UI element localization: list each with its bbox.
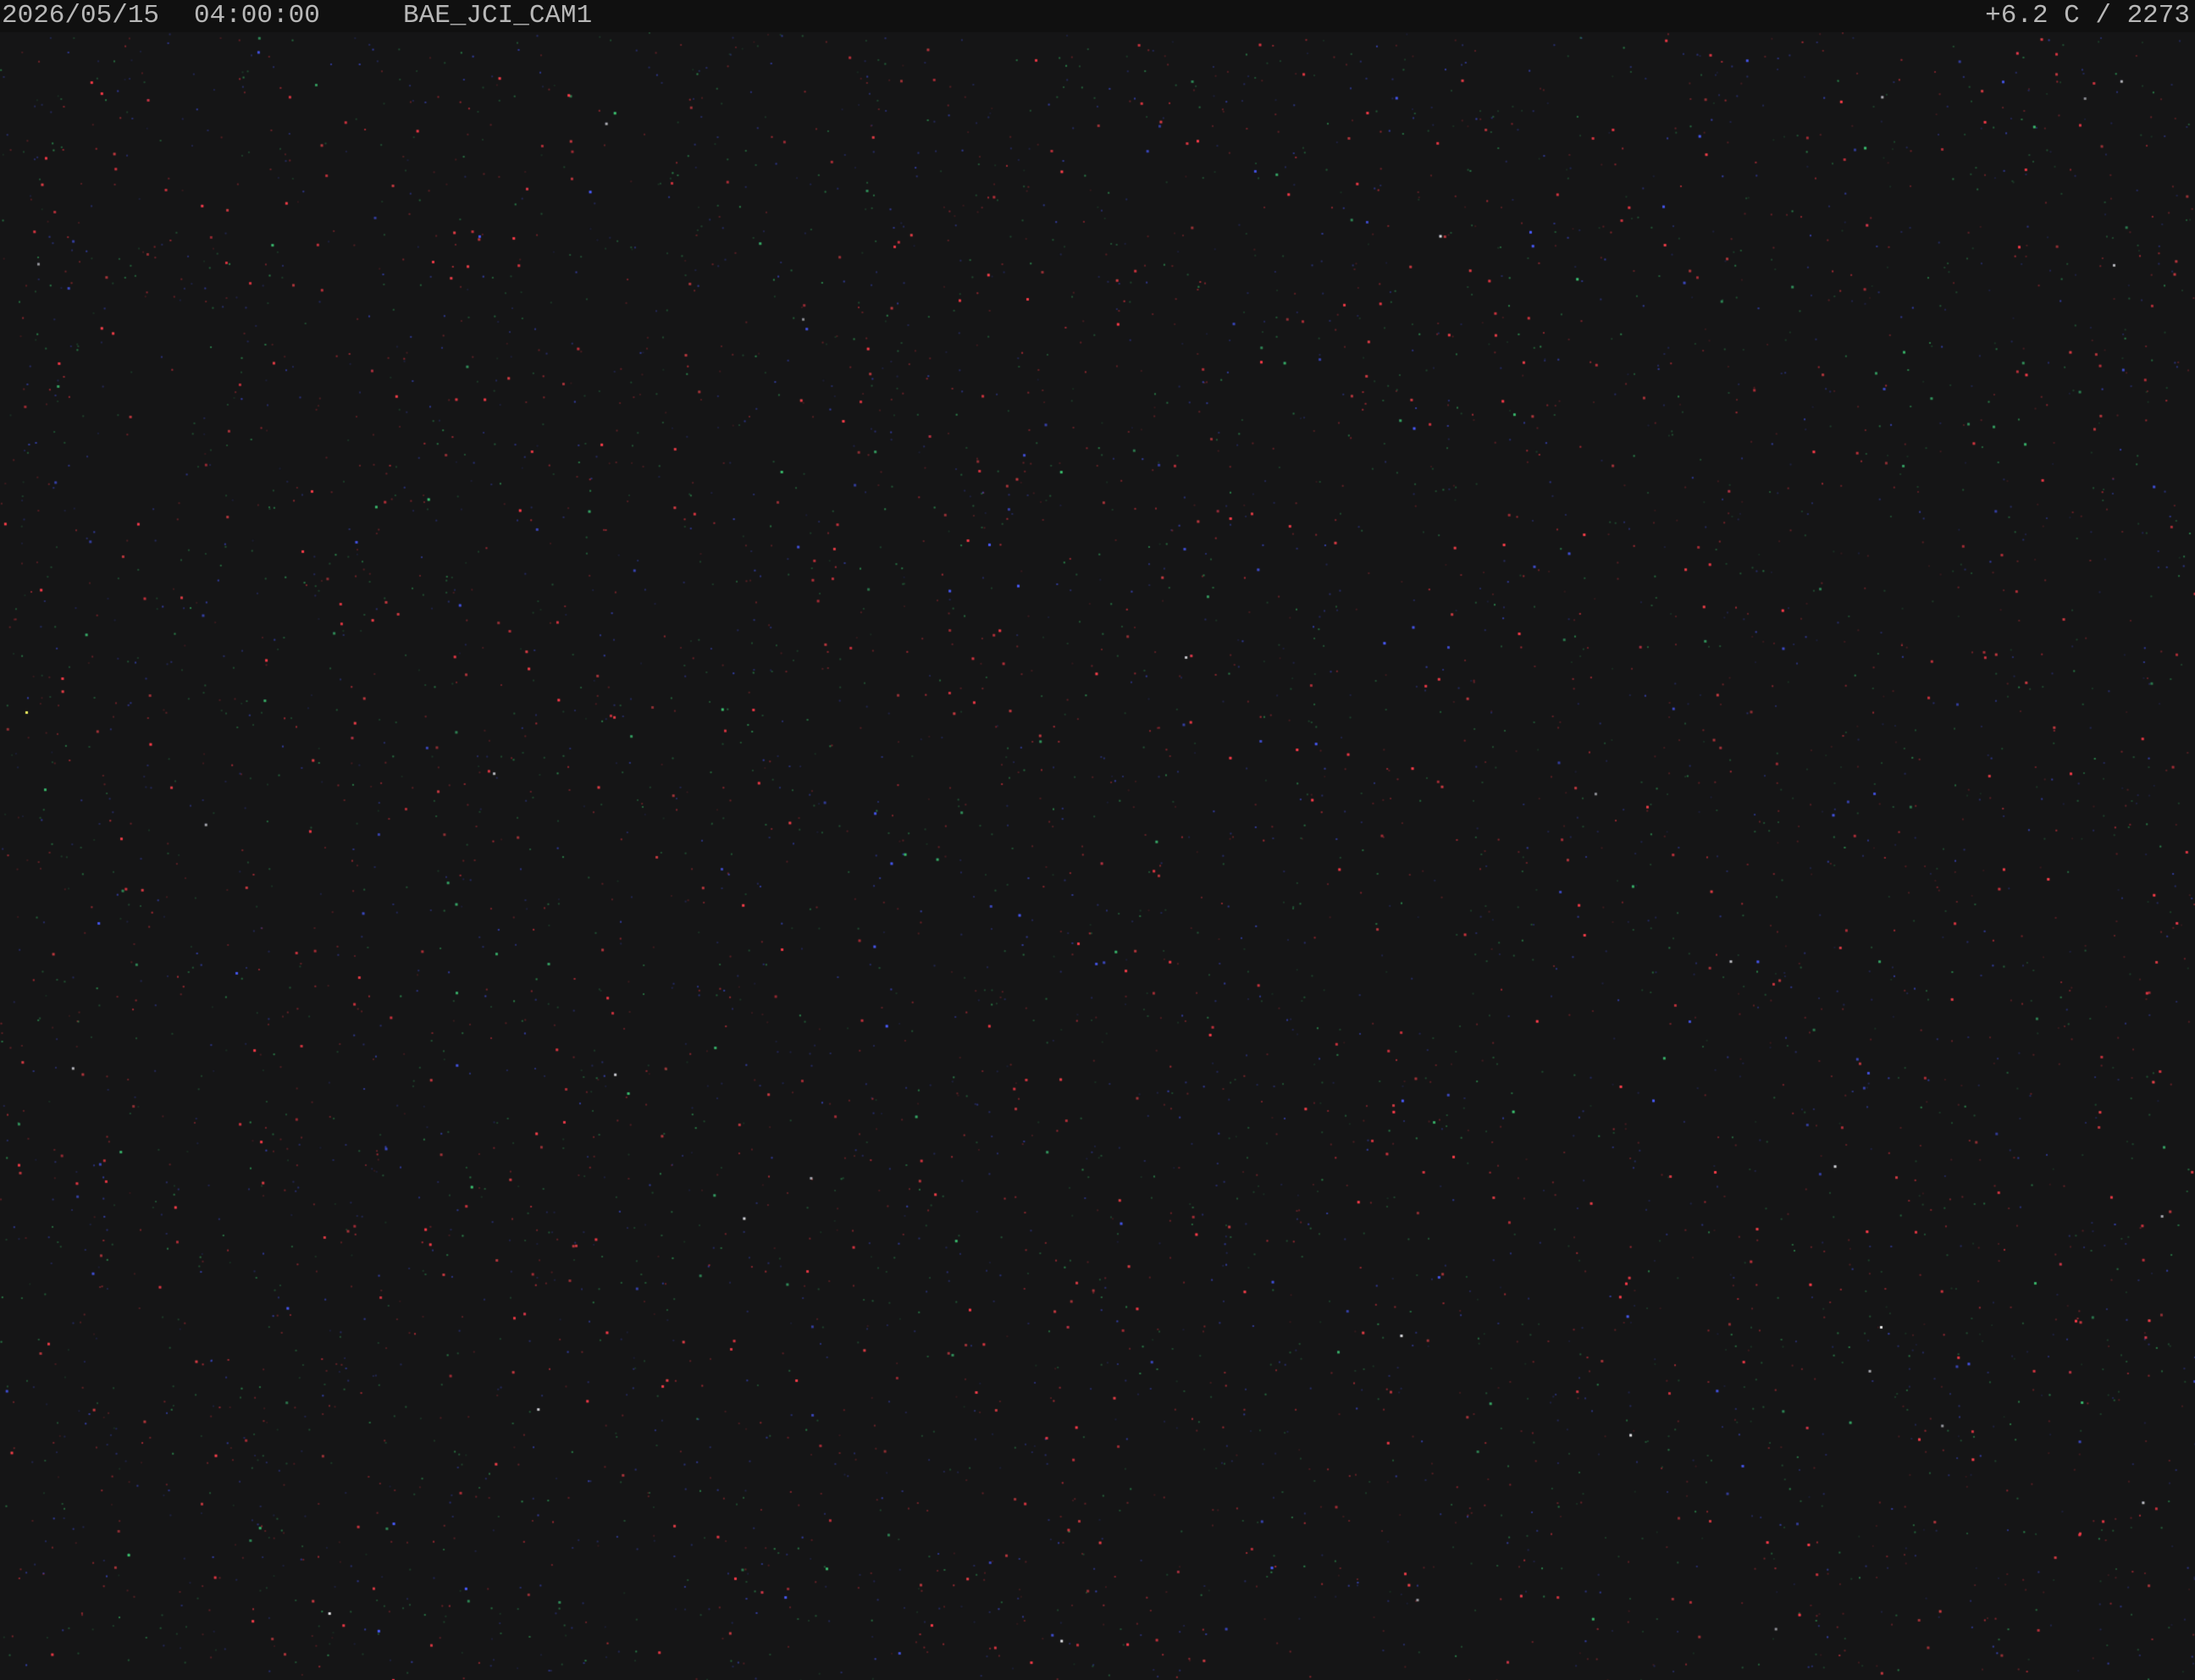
osd-status-readout: +6.2 C / 2273 bbox=[1985, 1, 2190, 30]
night-sky-sensor-noise bbox=[0, 32, 2195, 1680]
osd-date: 2026/05/15 bbox=[2, 1, 160, 30]
osd-time: 04:00:00 bbox=[194, 1, 320, 30]
camera-frame: 2026/05/15 04:00:00 BAE_JCI_CAM1 +6.2 C … bbox=[0, 0, 2195, 1680]
osd-overlay-bar: 2026/05/15 04:00:00 BAE_JCI_CAM1 +6.2 C … bbox=[0, 0, 2195, 32]
osd-camera-id: BAE_JCI_CAM1 bbox=[403, 1, 593, 30]
